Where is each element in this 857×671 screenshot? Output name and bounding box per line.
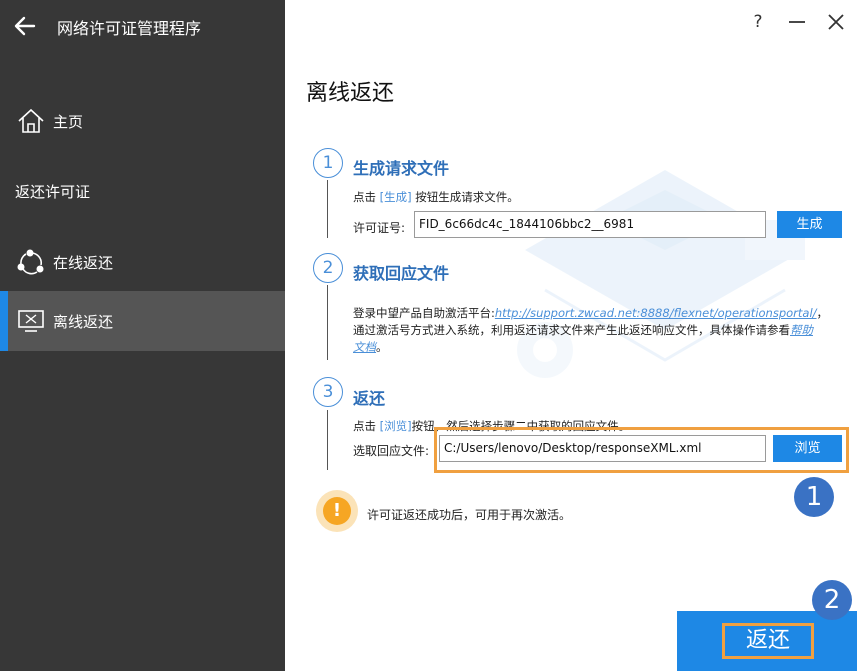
step-connector	[327, 410, 328, 470]
page-title: 离线返还	[306, 81, 395, 106]
minimize-button[interactable]	[784, 10, 810, 34]
main-panel: ? 离线返还 1 生成请求文件 点击 [生成] 按钮生成请求文件。 许可证号: …	[285, 0, 857, 671]
step-2-number: 2	[313, 253, 343, 283]
close-icon	[828, 14, 844, 30]
app-title: 网络许可证管理程序	[57, 19, 202, 38]
background-decoration	[517, 170, 805, 378]
step-connector	[327, 285, 328, 360]
step-2-description: 登录中望产品自助激活平台:http://support.zwcad.net:88…	[353, 305, 843, 356]
generate-button[interactable]: 生成	[777, 211, 842, 238]
sidebar-section-return: 返还许可证	[15, 183, 91, 201]
app-header: 网络许可证管理程序	[0, 0, 285, 52]
desc-highlight: [浏览]	[379, 419, 412, 433]
sidebar-item-offline-return[interactable]: 离线返还	[0, 291, 285, 351]
callout-badge-2: 2	[812, 580, 852, 620]
step-2-title: 获取回应文件	[353, 264, 450, 283]
return-button[interactable]: 返还	[677, 611, 857, 671]
desc-text: 登录中望产品自助激活平台:	[353, 306, 495, 320]
share-nodes-icon	[16, 247, 46, 277]
home-icon	[16, 106, 46, 136]
return-button-label: 返还	[722, 623, 814, 659]
step-1-description: 点击 [生成] 按钮生成请求文件。	[353, 189, 519, 206]
license-number-field[interactable]: FID_6c66dc4c_1844106bbc2__6981	[414, 211, 766, 238]
sidebar: 网络许可证管理程序 主页 返还许可证 在线返还 离线返还	[0, 0, 285, 671]
step-3-number: 3	[313, 377, 343, 407]
sidebar-item-home[interactable]: 主页	[0, 91, 285, 151]
license-number-label: 许可证号:	[353, 221, 406, 235]
desc-text: 点击	[353, 419, 380, 433]
notice-text: 许可证返还成功后，可用于再次激活。	[367, 508, 572, 522]
help-doc-link[interactable]: 帮助	[790, 323, 813, 337]
sidebar-item-online-return[interactable]: 在线返还	[0, 232, 285, 292]
active-indicator	[0, 291, 8, 351]
step-connector	[327, 180, 328, 238]
close-button[interactable]	[823, 10, 849, 34]
desc-text: ，	[816, 306, 829, 320]
desc-highlight: [生成]	[379, 190, 412, 204]
highlight-box	[434, 427, 849, 473]
desc-text: 点击	[353, 190, 380, 204]
step-1-title: 生成请求文件	[353, 159, 450, 178]
step-1-number: 1	[313, 148, 343, 178]
support-portal-link[interactable]: http://support.zwcad.net:8888/flexnet/op…	[495, 306, 817, 320]
sidebar-item-label: 主页	[53, 112, 84, 131]
warning-icon: !	[316, 490, 358, 532]
monitor-icon	[16, 306, 46, 336]
back-arrow-icon[interactable]	[12, 13, 38, 39]
help-button[interactable]: ?	[745, 10, 771, 34]
step-3-title: 返还	[353, 389, 386, 408]
help-doc-link[interactable]: 文档	[353, 340, 376, 354]
response-file-label: 选取回应文件:	[353, 444, 430, 458]
callout-badge-1: 1	[794, 477, 834, 517]
desc-text: 通过激活号方式进入系统，利用返还请求文件来产生此返还响应文件，具体操作请参看	[353, 323, 790, 337]
sidebar-item-label: 离线返还	[53, 312, 114, 331]
desc-text: 。	[376, 340, 388, 354]
sidebar-item-label: 在线返还	[53, 253, 114, 272]
desc-text: 按钮生成请求文件。	[411, 190, 519, 204]
minimize-icon	[789, 21, 805, 23]
